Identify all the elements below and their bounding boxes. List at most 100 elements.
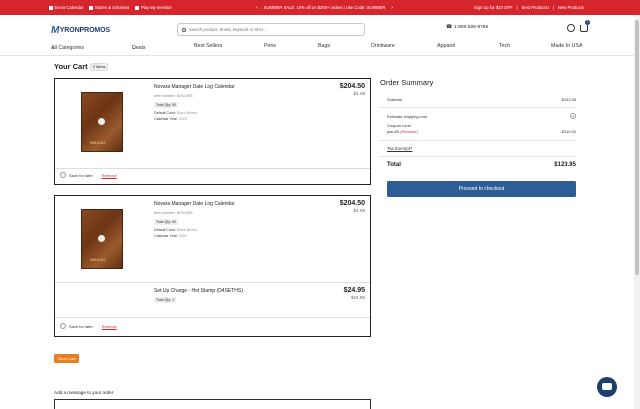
seal-icon [98, 235, 105, 242]
chevron-down-icon: ⌄ [132, 45, 137, 51]
shipping-label[interactable]: Estimate shipping cost [387, 114, 427, 119]
scrollbar-thumb[interactable] [635, 20, 639, 275]
nav-made-in-usa[interactable]: Made In USA [551, 43, 583, 49]
nav-tech[interactable]: Tech [499, 43, 510, 49]
proceed-to-checkout-button[interactable]: Proceed to checkout [387, 181, 576, 197]
chevron-right-icon[interactable]: › [391, 5, 393, 11]
cart-icon[interactable] [580, 25, 588, 32]
detail-value: 2025 [178, 233, 187, 238]
nav-drinkware[interactable]: Drinkware [371, 43, 395, 49]
logo[interactable]: M YRONPROMOS [51, 25, 110, 36]
logo-text: YRONPROMOS [59, 27, 111, 34]
detail-key: Calendar Year: [154, 233, 178, 238]
phone-text: 1-800-526-9766 [453, 25, 489, 30]
divider [55, 168, 370, 169]
chevron-left-icon[interactable]: ‹ [256, 5, 258, 11]
product-name[interactable]: Novara Manager Date Log Calendar [154, 201, 235, 207]
play-icon [135, 5, 140, 10]
chat-bubble-icon [602, 383, 612, 390]
divider [55, 317, 370, 318]
nav-apparel[interactable]: Apparel [437, 43, 455, 49]
cart-item: WEAGO Novara Manager Date Log Calendar I… [54, 78, 371, 185]
main-nav: All Categories ⌄ Deals ⌄ Best Sellers Pe… [0, 41, 640, 55]
phone-icon: ☎ [446, 25, 452, 30]
coupon-remove-link[interactable]: (Remove) [400, 129, 418, 134]
coupon-code: plan25 [387, 129, 400, 134]
save-for-later-checkbox[interactable] [60, 323, 66, 329]
nav-bags[interactable]: Bags [318, 43, 330, 49]
product-stamp-text: WEAGO [90, 257, 106, 262]
event-calendar-link[interactable]: Event Calendar [49, 5, 83, 10]
detail-value: Black Brown [176, 111, 197, 115]
qty-badge: Total Qty: 50 [154, 219, 179, 225]
seal-icon [98, 118, 105, 125]
product-stamp-text: WEAGO [90, 140, 106, 145]
chat-button[interactable] [597, 377, 617, 397]
save-for-later-checkbox[interactable] [60, 172, 66, 178]
divider [55, 282, 370, 283]
logo-mark: M [51, 25, 60, 36]
setup-unit-price: $24.95 [350, 295, 365, 300]
detail-value: Black Brown [176, 228, 197, 232]
product-image[interactable]: WEAGO [81, 92, 123, 152]
product-details: Default Color: Black Brown Calendar Year… [154, 111, 197, 122]
item-actions: Save for later Remove [60, 172, 117, 178]
event-calendar-label[interactable]: Event Calendar [55, 5, 84, 10]
total-label: Total [387, 162, 401, 168]
total-value: $123.95 [554, 162, 576, 168]
message-textarea[interactable] [54, 399, 371, 409]
item-actions: Save for later Remove [60, 323, 117, 329]
nav-pens[interactable]: Pens [264, 43, 276, 49]
stores-label[interactable]: Stores & Solutions [95, 5, 129, 10]
divider [380, 156, 576, 157]
cart-item: WEAGO Novara Manager Date Log Calendar I… [54, 195, 371, 337]
unit-price: $4.09 [353, 91, 366, 96]
item-number: Item Number: NOV1805 [154, 211, 193, 215]
setup-price: $24.95 [343, 287, 365, 294]
items-count-badge: 2 Items [90, 63, 109, 71]
cart-title: Your Cart [54, 62, 88, 71]
phone-number[interactable]: ☎ 1-800-526-9766 [446, 25, 488, 30]
nav-label: All Categories [51, 45, 84, 51]
cart-count-badge: 2 [585, 20, 590, 25]
coupon-label: Coupon code [387, 123, 411, 128]
calendar-icon [49, 5, 53, 10]
save-for-later-label[interactable]: Save for later [69, 324, 93, 329]
plus-icon[interactable]: + [570, 113, 576, 119]
best-products-link[interactable]: Best Products! [522, 5, 549, 10]
subtotal-label: Subtotal [387, 97, 402, 102]
search-icon[interactable] [182, 27, 186, 32]
product-name[interactable]: Novara Manager Date Log Calendar [154, 84, 235, 90]
top-links: Event Calendar Stores & Solutions Play M… [0, 5, 172, 10]
account-icon[interactable] [567, 24, 575, 32]
search-input[interactable] [189, 27, 349, 32]
remove-link[interactable]: Remove [102, 173, 117, 178]
investor-link[interactable]: Play My Investor [135, 5, 172, 10]
signup-link[interactable]: Sign Up for $10 OFF [474, 5, 513, 10]
item-price: $204.50 [339, 83, 365, 90]
stores-link[interactable]: Stores & Solutions [89, 5, 129, 10]
nav-best-sellers[interactable]: Best Sellers [194, 43, 222, 49]
product-image[interactable]: WEAGO [81, 209, 123, 269]
clear-cart-button[interactable]: Clear Cart [54, 354, 79, 363]
divider [380, 107, 576, 108]
promo-message: ‹ SUMMER SALE: 10% off on $200+ orders |… [256, 0, 393, 15]
product-details: Default Color: Black Brown Calendar Year… [154, 228, 197, 239]
unit-price: $4.09 [353, 208, 366, 213]
subtotal-value: $433.95 [561, 97, 576, 102]
new-products-link[interactable]: New Products [558, 5, 584, 10]
investor-label[interactable]: Play My Investor [141, 5, 172, 10]
coupon-row: plan25 (Remove) -$310.00 [387, 129, 576, 134]
divider [380, 140, 576, 141]
tax-exempt-link[interactable]: Tax Exempt? [387, 146, 412, 151]
detail-key: Calendar Year: [154, 116, 178, 121]
search-bar[interactable] [177, 23, 365, 36]
top-right-links: Sign Up for $10 OFF | Best Products! | N… [473, 5, 584, 10]
shipping-row[interactable]: Estimate shipping cost [387, 114, 576, 119]
detail-value: 2025 [178, 116, 187, 121]
item-price: $204.50 [339, 200, 365, 207]
save-for-later-label[interactable]: Save for later [69, 173, 93, 178]
remove-link[interactable]: Remove [102, 324, 117, 329]
nav-divider [0, 55, 640, 56]
top-promo-bar: Event Calendar Stores & Solutions Play M… [0, 0, 640, 15]
